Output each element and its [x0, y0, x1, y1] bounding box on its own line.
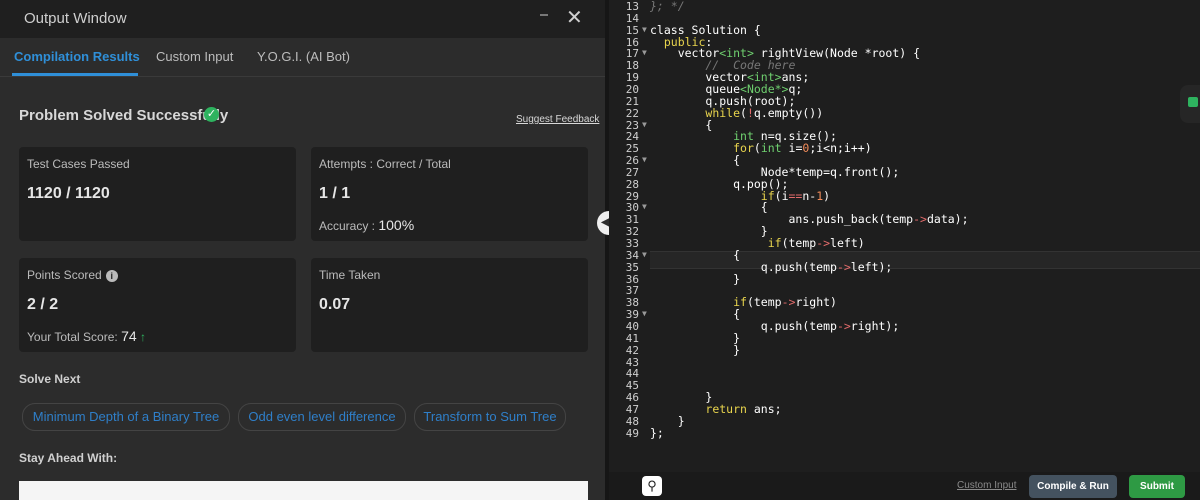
side-panel-toggle[interactable] — [1180, 85, 1200, 123]
time-card: Time Taken 0.07 — [311, 258, 588, 352]
attempts-card: Attempts : Correct / Total 1 / 1 Accurac… — [311, 147, 588, 241]
fold-arrow-icon[interactable]: ▼ — [642, 309, 647, 318]
points-label-row: Points Scored i — [27, 268, 118, 282]
fold-arrow-icon[interactable]: ▼ — [642, 120, 647, 129]
accuracy-row: Accuracy : 100% — [319, 217, 414, 233]
fold-arrow-icon[interactable]: ▼ — [642, 155, 647, 164]
accuracy-value: 100% — [378, 217, 415, 233]
tab-compilation-results[interactable]: Compilation Results — [14, 49, 140, 64]
compile-run-button[interactable]: Compile & Run — [1029, 475, 1117, 498]
result-tabs: Compilation Results Custom Input Y.O.G.I… — [0, 38, 605, 77]
test-cases-label: Test Cases Passed — [27, 157, 130, 171]
accuracy-label: Accuracy : — [319, 219, 376, 233]
fold-arrow-icon[interactable]: ▼ — [642, 25, 647, 34]
time-value: 0.07 — [319, 296, 351, 313]
code-line[interactable]: } — [650, 272, 740, 286]
close-icon[interactable]: ✕ — [566, 8, 583, 28]
editor-toolbar: ⚲ Custom Input Compile & Run Submit — [609, 472, 1200, 500]
points-label: Points Scored — [27, 268, 102, 282]
info-icon[interactable]: i — [105, 270, 118, 282]
attempts-value: 1 / 1 — [319, 185, 351, 202]
suggest-feedback-link[interactable]: Suggest Feedback — [516, 114, 599, 125]
output-window: Output Window ⎯ ✕ Compilation Results Cu… — [0, 0, 605, 500]
result-status: Problem Solved Successfully — [19, 107, 229, 124]
line-gutter: 13 14 15 ▼ 16 17 ▼ 18 19 20 21 22 23 ▼ 24 25 26 ▼ 27 28 29 30… — [609, 0, 649, 472]
solve-next-item[interactable]: Minimum Depth of a Binary Tree — [22, 403, 230, 431]
total-score-label: Your Total Score: — [27, 330, 118, 344]
fold-arrow-icon[interactable]: ▼ — [642, 250, 647, 259]
points-card: Points Scored i 2 / 2 Your Total Score: 7… — [19, 258, 296, 352]
panel-icon — [1188, 97, 1198, 107]
custom-input-link[interactable]: Custom Input — [957, 480, 1016, 491]
check-circle-icon: ✓ — [204, 107, 219, 122]
code-line[interactable]: } — [650, 343, 740, 357]
stay-ahead-heading: Stay Ahead With: — [19, 451, 118, 465]
code-line[interactable]: }; — [650, 426, 664, 440]
minimize-icon[interactable]: ⎯ — [540, 6, 548, 24]
submit-button[interactable]: Submit — [1129, 475, 1185, 498]
window-titlebar: Output Window ⎯ ✕ — [0, 0, 605, 38]
points-value: 2 / 2 — [27, 296, 59, 313]
arrow-up-icon: ↑ — [140, 330, 146, 344]
solve-next-item[interactable]: Transform to Sum Tree — [414, 403, 566, 431]
fold-arrow-icon[interactable]: ▼ — [642, 48, 647, 57]
code-editor[interactable]: 13 14 15 ▼ 16 17 ▼ 18 19 20 21 22 23 ▼ 24 25 26 ▼ 27 28 29 30… — [609, 0, 1200, 472]
test-cases-value: 1120 / 1120 — [27, 185, 110, 202]
total-score-row: Your Total Score: 74 ↑ — [27, 328, 146, 344]
solve-next-heading: Solve Next — [19, 372, 81, 386]
attempts-label: Attempts : Correct / Total — [319, 157, 451, 171]
active-tab-indicator — [12, 73, 138, 76]
test-cases-card: Test Cases Passed 1120 / 1120 — [19, 147, 296, 241]
tab-yogi-ai-bot[interactable]: Y.O.G.I. (AI Bot) — [257, 49, 350, 64]
window-title: Output Window — [24, 10, 127, 27]
solve-next-item[interactable]: Odd even level difference — [238, 403, 406, 431]
fold-arrow-icon[interactable]: ▼ — [642, 202, 647, 211]
promo-banner — [19, 481, 588, 500]
tab-custom-input[interactable]: Custom Input — [156, 49, 233, 64]
time-label: Time Taken — [319, 268, 381, 282]
lightbulb-icon[interactable]: ⚲ — [642, 476, 662, 496]
line-number: 49 — [625, 426, 639, 440]
total-score-value: 74 — [121, 328, 137, 344]
code-line[interactable]: }; */ — [650, 0, 685, 13]
